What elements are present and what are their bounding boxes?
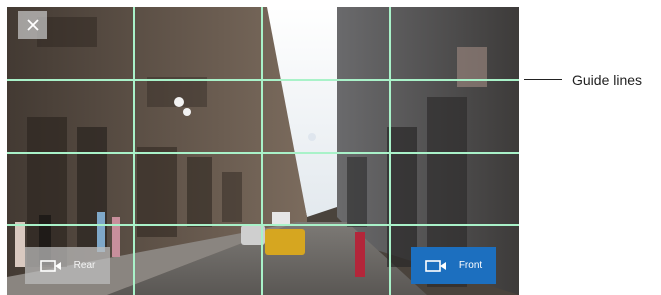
video-camera-icon xyxy=(425,259,446,272)
rear-camera-label: Rear xyxy=(73,260,96,271)
close-button[interactable] xyxy=(18,11,47,39)
guide-lines-callout-line xyxy=(524,79,562,80)
rear-camera-button[interactable]: Rear xyxy=(25,247,110,284)
guide-line-vertical xyxy=(133,7,135,295)
guide-lines-callout-label: Guide lines xyxy=(572,72,643,88)
close-icon xyxy=(26,19,39,31)
guide-line-horizontal xyxy=(7,79,519,81)
video-camera-icon xyxy=(39,259,61,272)
guide-line-horizontal xyxy=(7,224,519,226)
guide-line-horizontal xyxy=(7,152,519,154)
front-camera-label: Front xyxy=(458,260,483,271)
guide-line-vertical xyxy=(261,7,263,295)
front-camera-button[interactable]: Front xyxy=(411,247,496,284)
camera-viewfinder: Rear Front xyxy=(7,7,519,295)
guide-line-vertical xyxy=(389,7,391,295)
